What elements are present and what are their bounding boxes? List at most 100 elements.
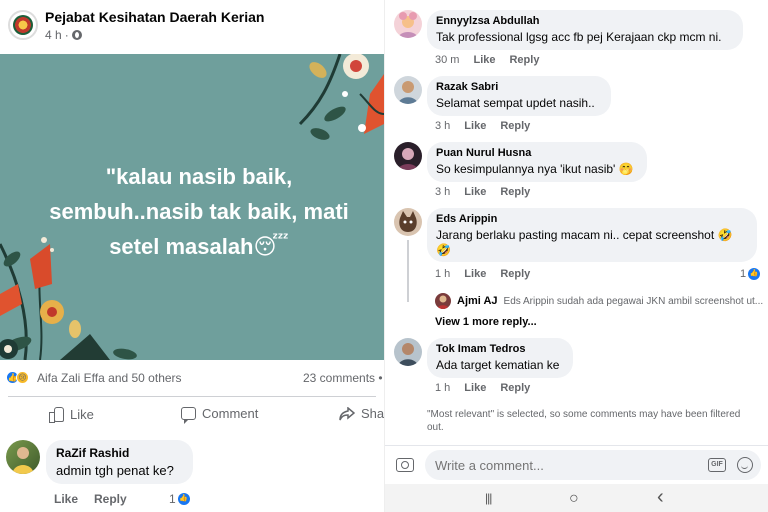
back-nav-icon[interactable]: ‹ (657, 486, 664, 509)
comment-time[interactable]: 30 m (435, 54, 459, 66)
post-divider (8, 396, 376, 397)
nested-reply[interactable]: Ajmi AJ Eds Arippin sudah ada pegawai JK… (435, 292, 763, 310)
commenter-avatar[interactable] (394, 208, 422, 236)
comment-like-count[interactable]: 1 👍 (169, 492, 190, 506)
comment-actions: Like Reply (54, 492, 127, 506)
commenter-name[interactable]: RaZif Rashid (56, 446, 183, 460)
comment-like-button[interactable]: Like (464, 382, 486, 394)
comment-composer: GIF (385, 445, 768, 483)
reactions-bar: 👍 😢 Aifa Zali Effa and 50 others 23 comm… (0, 366, 384, 390)
commenter-avatar[interactable] (394, 10, 422, 38)
comment-time[interactable]: 3 h (435, 120, 450, 132)
comment-time[interactable]: 1 h (435, 382, 450, 394)
screenshot-root: Pejabat Kesihatan Daerah Kerian 4 h · "k… (0, 0, 768, 512)
reaction-icons[interactable]: 👍 😢 (6, 371, 29, 384)
comment-like-button[interactable]: Like (54, 492, 78, 506)
comment-reply-button[interactable]: Reply (500, 268, 530, 280)
thread-line (407, 240, 409, 302)
comment-reply-button[interactable]: Reply (500, 120, 530, 132)
like-label: Like (70, 406, 94, 422)
comments-count[interactable]: 23 comments • (303, 371, 383, 385)
recents-nav-icon[interactable]: ||| (485, 491, 492, 505)
commenter-name[interactable]: Eds Arippin (436, 213, 748, 225)
post-actions: Like Comment Share (0, 402, 384, 430)
commenter-avatar[interactable] (394, 76, 422, 104)
comment-bubble[interactable]: Ennyylzsa Abdullah Tak professional lgsg… (427, 10, 743, 50)
view-more-replies-link[interactable]: View 1 more reply... (435, 316, 537, 328)
person-icon (437, 295, 449, 309)
like-button[interactable]: Like (48, 406, 94, 423)
comment-like-count[interactable]: 1 👍 (740, 268, 761, 280)
commenter-avatar[interactable] (394, 338, 422, 366)
like-count-value: 1 (740, 268, 747, 280)
page-logo-avatar[interactable] (8, 10, 38, 40)
page-name[interactable]: Pejabat Kesihatan Daerah Kerian (45, 9, 264, 25)
share-button[interactable]: Share (339, 406, 384, 421)
commenter-avatar[interactable] (394, 142, 422, 170)
comment-time[interactable]: 3 h (435, 186, 450, 198)
post-image[interactable]: "kalau nasib baik, sembuh..nasib tak bai… (0, 54, 384, 360)
cat-icon (399, 211, 417, 232)
comment-reply-button[interactable]: Reply (500, 382, 530, 394)
comment-like-button[interactable]: Like (464, 186, 486, 198)
comment-text-line2: 🤣 (436, 243, 451, 257)
comment-label: Comment (202, 406, 259, 421)
comment-text-body: So kesimpulannya nya 'ikut nasib' (436, 162, 616, 176)
comment-actions: 1 h Like Reply (435, 382, 530, 394)
comment-like-button[interactable]: Like (473, 54, 495, 66)
comment-time[interactable]: 1 h (435, 268, 450, 280)
comment-bubble[interactable]: Eds Arippin Jarang berlaku pasting macam… (427, 208, 757, 262)
reply-text: Eds Arippin sudah ada pegawai JKN ambil … (503, 295, 764, 307)
comment-text: Ada target kematian ke (436, 358, 560, 372)
commenter-avatar[interactable] (6, 440, 40, 474)
like-count-value: 1 (169, 492, 176, 506)
post-meta: 4 h · (45, 28, 82, 42)
comment-actions: 30 m Like Reply (435, 54, 539, 66)
comment-text-body: Jarang berlaku pasting macam ni.. cepat … (436, 228, 715, 242)
sad-reaction-icon: 😢 (16, 371, 29, 384)
comment-like-button[interactable]: Like (464, 120, 486, 132)
quote-line-2: sembuh..nasib tak baik, mati (49, 199, 349, 224)
comment-text: Tak professional lgsg acc fb pej Kerajaa… (436, 30, 722, 44)
quote-line-1: "kalau nasib baik, (105, 164, 293, 189)
person-icon (398, 12, 418, 38)
commenter-name[interactable]: Puan Nurul Husna (436, 147, 638, 159)
quote-line-3-text: setel masalah (109, 234, 254, 259)
comment-bubble[interactable]: RaZif Rashid admin tgh penat ke? (46, 440, 193, 484)
person-icon (12, 447, 34, 474)
camera-icon[interactable] (396, 458, 414, 472)
person-icon (398, 148, 418, 170)
comment-bubble[interactable]: Razak Sabri Selamat sempat updet nasih.. (427, 76, 611, 116)
rofl-emoji: 🤣 (717, 228, 733, 242)
comment-button[interactable]: Comment (181, 406, 259, 424)
emoji-icon[interactable] (737, 457, 753, 473)
comment-bubble[interactable]: Tok Imam Tedros Ada target kematian ke (427, 338, 573, 378)
home-nav-icon[interactable]: ○ (569, 490, 579, 508)
reply-author[interactable]: Ajmi AJ (457, 295, 498, 307)
like-badge-icon: 👍 (177, 493, 190, 505)
share-label: Share (361, 406, 384, 421)
post-header: Pejabat Kesihatan Daerah Kerian 4 h · (0, 0, 384, 52)
sleeping-emoji: 😴 (253, 234, 289, 259)
person-icon (398, 343, 418, 366)
commenter-name[interactable]: Razak Sabri (436, 81, 602, 93)
comment-actions: 1 h Like Reply (435, 268, 530, 280)
gif-icon[interactable]: GIF (708, 458, 726, 472)
comment-bubble[interactable]: Puan Nurul Husna So kesimpulannya nya 'i… (427, 142, 647, 182)
share-icon (339, 406, 355, 420)
comment-reply-button[interactable]: Reply (500, 186, 530, 198)
android-navigation-bar: ||| ○ ‹ (385, 484, 768, 512)
post-quote: "kalau nasib baik, sembuh..nasib tak bai… (0, 159, 384, 264)
comment-actions: 3 h Like Reply (435, 120, 530, 132)
comment-reply-button[interactable]: Reply (509, 54, 539, 66)
commenter-name[interactable]: Tok Imam Tedros (436, 343, 564, 355)
commenter-name[interactable]: Ennyylzsa Abdullah (436, 15, 734, 27)
comment-text: Selamat sempat updet nasih.. (436, 96, 595, 110)
comment-like-button[interactable]: Like (464, 268, 486, 280)
post-panel: Pejabat Kesihatan Daerah Kerian 4 h · "k… (0, 0, 384, 512)
reaction-summary[interactable]: Aifa Zali Effa and 50 others (37, 371, 182, 385)
comment-reply-button[interactable]: Reply (94, 492, 127, 506)
reply-avatar[interactable] (435, 293, 451, 309)
post-time[interactable]: 4 h (45, 28, 62, 42)
comment-text: So kesimpulannya nya 'ikut nasib' 🤭 (436, 162, 638, 176)
